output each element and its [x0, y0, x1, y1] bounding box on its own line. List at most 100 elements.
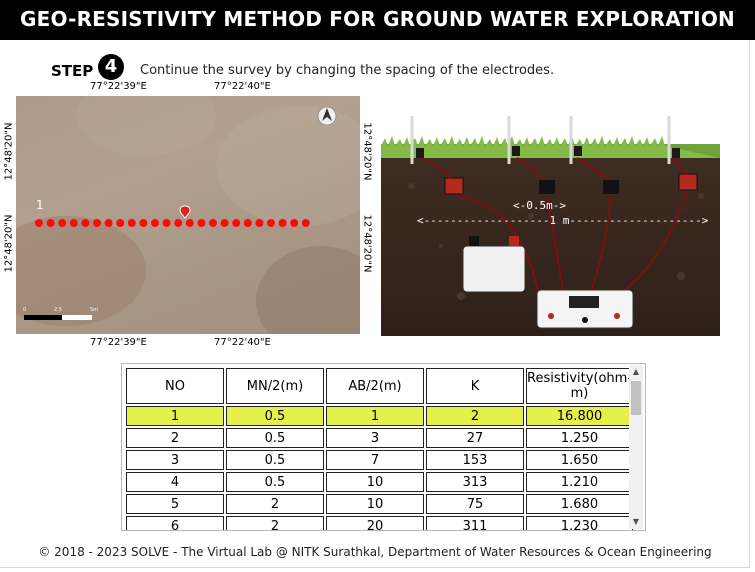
cell-mn2: 0.5	[226, 428, 324, 448]
table-row[interactable]: 6 2 20 311 1.230	[126, 516, 634, 530]
cell-no: 6	[126, 516, 224, 530]
table-row[interactable]: 1 0.5 1 2 16.800	[126, 406, 634, 426]
cell-resistivity: 1.650	[526, 450, 634, 470]
header-k: K	[426, 368, 524, 404]
map-point-label: 1	[36, 198, 44, 212]
cell-mn2: 2	[226, 494, 324, 514]
step-instruction: Continue the survey by changing the spac…	[140, 63, 555, 78]
cell-ab2: 10	[326, 494, 424, 514]
electrode-point	[290, 219, 299, 227]
readings-table-container[interactable]: NO MN/2(m) AB/2(m) K Resistivity(ohm-m) …	[121, 363, 646, 531]
spacing-label-mn: <-0.5m->	[513, 199, 566, 212]
electrode-point	[301, 219, 310, 227]
electrode-point-line	[35, 219, 310, 227]
electrode-point	[220, 219, 229, 227]
map-coord-right-top: 12°48'20"N	[361, 122, 373, 181]
map-coord-top-right: 77°22'40"E	[214, 81, 271, 92]
footer-copyright: © 2018 - 2023 SOLVE - The Virtual Lab @ …	[38, 545, 712, 559]
header-no: NO	[126, 368, 224, 404]
map-coord-left-top: 12°48'20"N	[3, 122, 15, 181]
electrode-point	[278, 219, 287, 227]
electrode-point	[243, 219, 252, 227]
table-scrollbar[interactable]: ▲ ▼	[629, 365, 643, 529]
electrode-point	[116, 219, 125, 227]
electrode-point	[58, 219, 67, 227]
cell-k: 27	[426, 428, 524, 448]
survey-map: 1 0 2.5 5m	[16, 96, 360, 334]
cell-resistivity: 16.800	[526, 406, 634, 426]
cell-mn2: 0.5	[226, 472, 324, 492]
table-row[interactable]: 3 0.5 7 153 1.650	[126, 450, 634, 470]
electrode-point	[81, 219, 90, 227]
map-overlay: 1 0 2.5 5m	[23, 106, 337, 320]
electrode-point	[185, 219, 194, 227]
location-pin-icon	[179, 205, 191, 219]
readings-table: NO MN/2(m) AB/2(m) K Resistivity(ohm-m) …	[124, 366, 635, 530]
scale-label-end: 5m	[90, 307, 98, 313]
header-ab2: AB/2(m)	[326, 368, 424, 404]
cell-ab2: 20	[326, 516, 424, 530]
electrode-point	[104, 219, 113, 227]
cell-no: 3	[126, 450, 224, 470]
cell-ab2: 1	[326, 406, 424, 426]
cell-k: 311	[426, 516, 524, 530]
table-header-row: NO MN/2(m) AB/2(m) K Resistivity(ohm-m)	[126, 368, 634, 404]
electrode-point	[209, 219, 217, 227]
map-coord-top-left: 77°22'39"E	[90, 81, 147, 92]
cell-k: 153	[426, 450, 524, 470]
table-row[interactable]: 5 2 10 75 1.680	[126, 494, 634, 514]
electrode-point	[162, 219, 171, 227]
electrode-point	[151, 219, 159, 227]
electrode-setup-diagram: <-0.5m-> <-------------------1 m--------…	[381, 96, 720, 336]
electrode-point	[93, 219, 101, 227]
cell-mn2: 0.5	[226, 406, 324, 426]
cell-resistivity: 1.680	[526, 494, 634, 514]
header-resistivity: Resistivity(ohm-m)	[526, 368, 634, 404]
cell-resistivity: 1.210	[526, 472, 634, 492]
electrode-point	[69, 219, 78, 227]
map-coord-left-bottom: 12°48'20"N	[3, 214, 15, 273]
electrode-point	[174, 219, 183, 227]
electrode-point	[46, 219, 55, 227]
electrode-point	[255, 219, 264, 227]
cell-no: 4	[126, 472, 224, 492]
step-label: STEP	[51, 62, 94, 80]
scale-label-mid: 2.5	[54, 307, 62, 313]
electrode-point	[197, 219, 206, 227]
table-row[interactable]: 2 0.5 3 27 1.250	[126, 428, 634, 448]
cell-ab2: 3	[326, 428, 424, 448]
cell-k: 2	[426, 406, 524, 426]
map-coord-bottom-left: 77°22'39"E	[90, 337, 147, 348]
cell-mn2: 2	[226, 516, 324, 530]
electrode-point	[139, 219, 148, 227]
cell-ab2: 10	[326, 472, 424, 492]
cell-resistivity: 1.250	[526, 428, 634, 448]
cell-no: 1	[126, 406, 224, 426]
electrode-point	[127, 219, 136, 227]
resistivity-meter	[536, 289, 634, 329]
electrode-point	[232, 219, 241, 227]
setup-illustration: <-0.5m-> <-------------------1 m--------…	[381, 96, 720, 336]
page-title: GEO-RESISTIVITY METHOD FOR GROUND WATER …	[0, 0, 755, 40]
electrode-point	[35, 219, 43, 227]
map-scale-bar: 0 2.5 5m	[23, 307, 98, 320]
map-coord-right-bottom: 12°48'20"N	[361, 214, 373, 273]
cell-mn2: 0.5	[226, 450, 324, 470]
scrollbar-thumb[interactable]	[631, 381, 641, 415]
electrode-point	[267, 219, 275, 227]
cell-ab2: 7	[326, 450, 424, 470]
cell-no: 5	[126, 494, 224, 514]
spacing-label-ab: <-------------------1 m-----------------…	[417, 214, 709, 227]
step-number-badge: 4	[98, 54, 124, 80]
header-mn2: MN/2(m)	[226, 368, 324, 404]
cell-k: 313	[426, 472, 524, 492]
table-row[interactable]: 4 0.5 10 313 1.210	[126, 472, 634, 492]
scroll-up-arrow-icon[interactable]: ▲	[629, 365, 643, 379]
cell-k: 75	[426, 494, 524, 514]
map-coord-bottom-right: 77°22'40"E	[214, 337, 271, 348]
scroll-down-arrow-icon[interactable]: ▼	[629, 515, 643, 529]
north-arrow-icon	[317, 106, 337, 126]
cell-no: 2	[126, 428, 224, 448]
scale-label-0: 0	[23, 307, 26, 313]
cell-resistivity: 1.230	[526, 516, 634, 530]
